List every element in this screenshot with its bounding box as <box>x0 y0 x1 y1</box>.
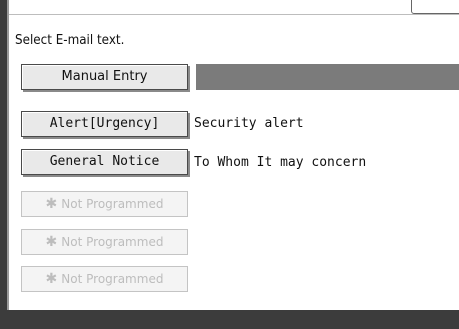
asterisk-icon: ✱ <box>45 234 58 250</box>
panel-left-border <box>0 0 7 329</box>
panel-bottom-bar <box>0 310 459 329</box>
asterisk-icon: ✱ <box>45 271 58 287</box>
top-strip-tab[interactable] <box>411 0 459 14</box>
alert-urgency-button[interactable]: Alert[Urgency] <box>21 111 188 137</box>
asterisk-icon: ✱ <box>45 196 58 212</box>
not-programmed-label: Not Programmed <box>61 235 164 249</box>
top-strip <box>9 0 459 15</box>
alert-urgency-text: Security alert <box>194 116 304 131</box>
not-programmed-button-2[interactable]: ✱ Not Programmed <box>21 229 188 255</box>
general-notice-text: To Whom It may concern <box>194 155 367 170</box>
email-text-screen: Select E-mail text. Manual Entry Alert[U… <box>0 0 459 329</box>
instruction-text: Select E-mail text. <box>15 33 125 48</box>
not-programmed-label: Not Programmed <box>61 197 164 211</box>
not-programmed-label: Not Programmed <box>61 272 164 286</box>
manual-entry-button[interactable]: Manual Entry <box>21 64 188 90</box>
not-programmed-button-3[interactable]: ✱ Not Programmed <box>21 266 188 292</box>
manual-entry-field[interactable] <box>196 64 459 90</box>
not-programmed-button-1[interactable]: ✱ Not Programmed <box>21 191 188 217</box>
general-notice-button[interactable]: General Notice <box>21 149 188 175</box>
panel-left-border-inner <box>7 0 9 310</box>
